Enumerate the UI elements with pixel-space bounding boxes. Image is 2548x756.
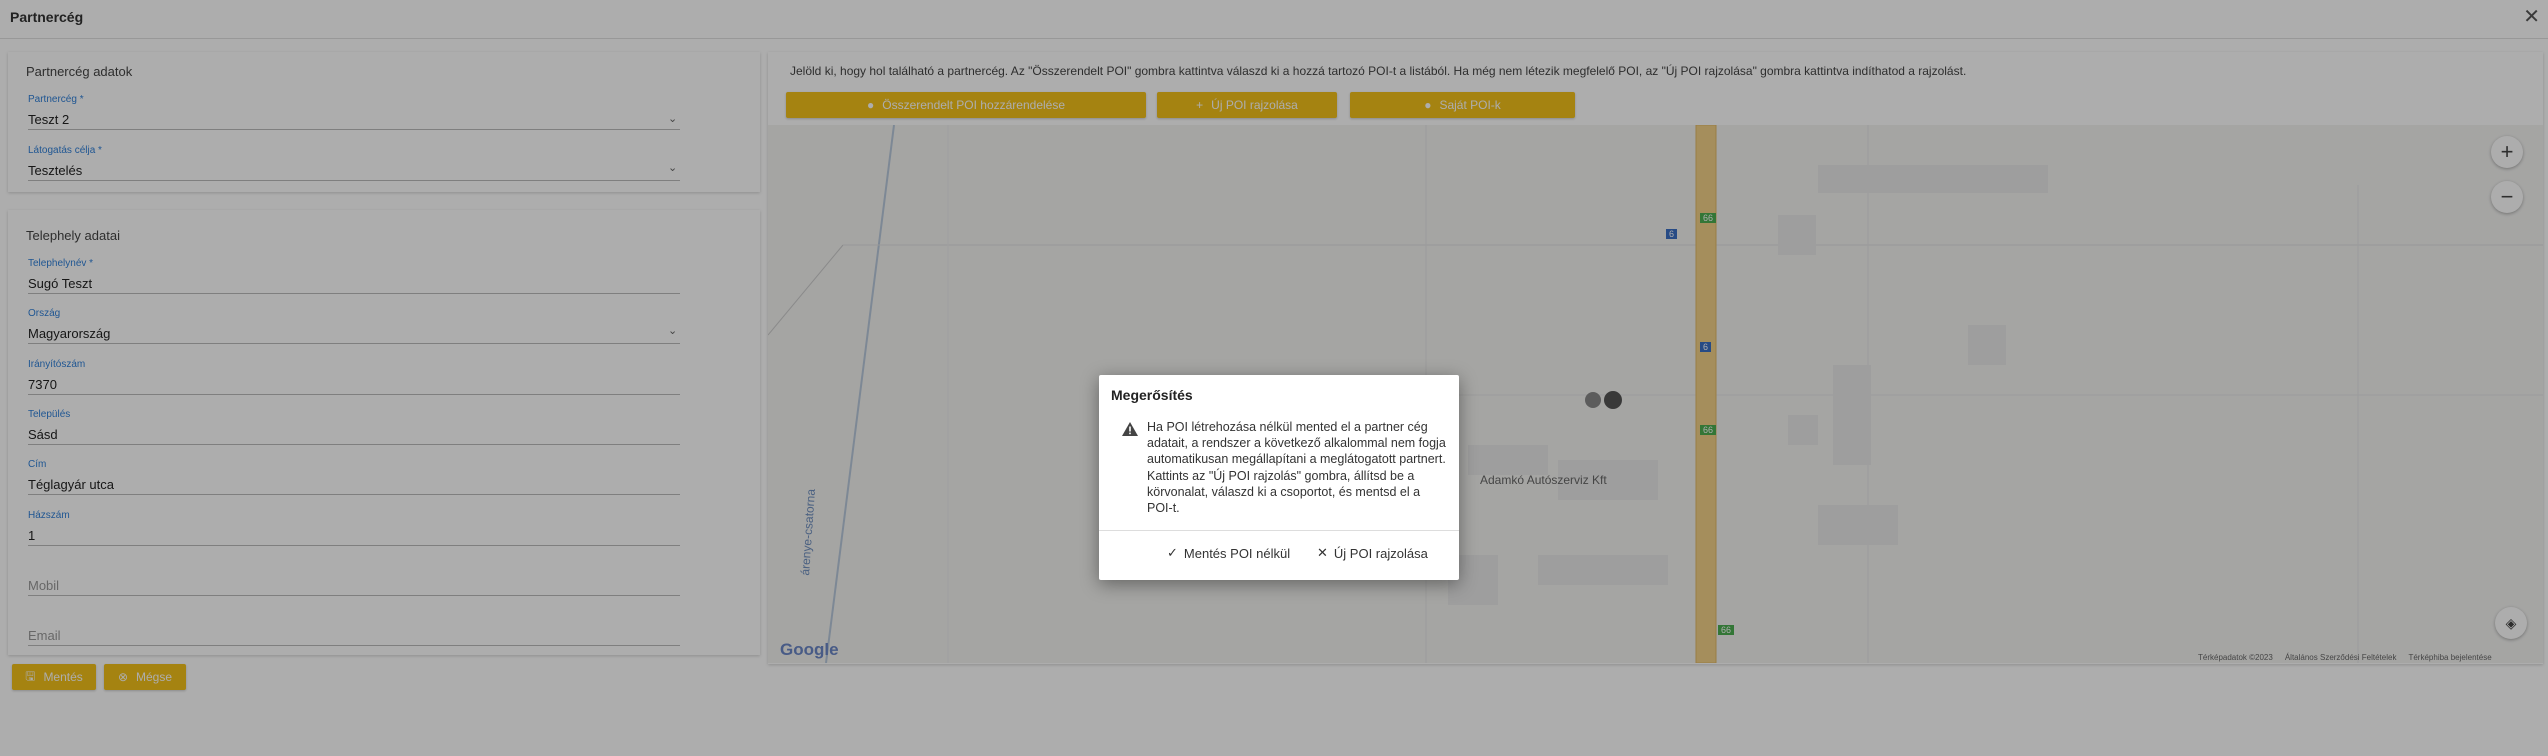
close-icon: ✕ <box>1317 545 1328 560</box>
draw-new-poi-button[interactable]: ✕ Új POI rajzolása <box>1317 545 1428 561</box>
dialog-title: Megerősítés <box>1111 387 1193 403</box>
warning-icon <box>1121 421 1139 442</box>
confirmation-dialog: Megerősítés Ha POI létrehozása nélkül me… <box>1099 375 1459 580</box>
dialog-message: Ha POI létrehozása nélkül mented el a pa… <box>1147 420 1446 516</box>
check-icon: ✓ <box>1167 545 1178 560</box>
save-without-poi-button[interactable]: ✓ Mentés POI nélkül <box>1167 545 1290 561</box>
